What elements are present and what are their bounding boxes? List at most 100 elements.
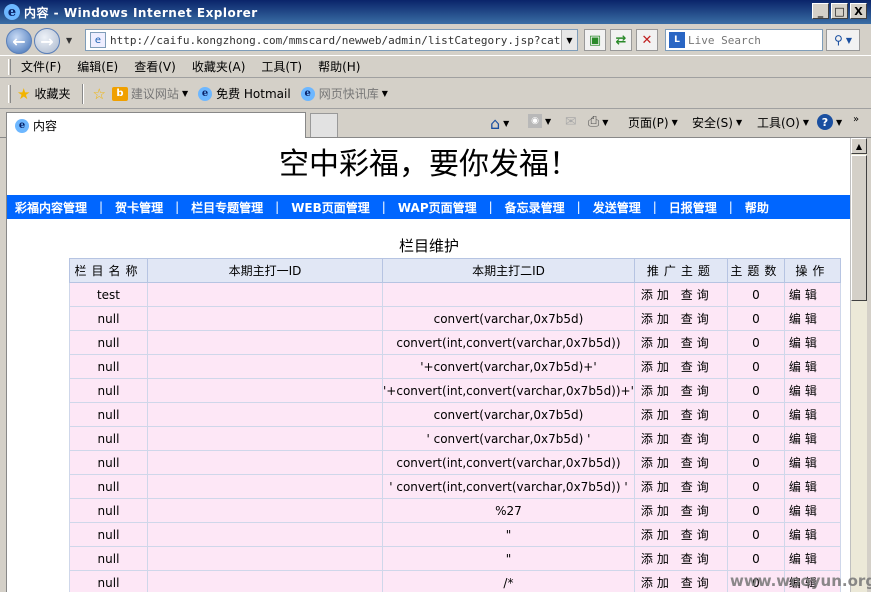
menu-help[interactable]: 帮助(H)	[318, 58, 360, 75]
favorites-bar: ★ 收藏夹 ☆ b 建议网站 ▼ e 免费 Hotmail e 网页快讯库 ▼	[0, 79, 871, 109]
scroll-up-arrow-icon[interactable]: ▲	[851, 138, 867, 154]
nav-daily-report-manage[interactable]: 日报管理	[669, 199, 717, 216]
search-button[interactable]: ⚲ ▼	[826, 29, 860, 51]
safety-menu[interactable]: 安全(S) ▼	[692, 114, 742, 131]
edit-link[interactable]: 编辑	[789, 336, 821, 350]
add-link[interactable]: 添加	[641, 456, 673, 470]
query-link[interactable]: 查询	[681, 336, 713, 350]
query-link[interactable]: 查询	[681, 360, 713, 374]
add-link[interactable]: 添加	[641, 504, 673, 518]
menu-tools[interactable]: 工具(T)	[261, 58, 302, 75]
maximize-button[interactable]: □	[831, 3, 848, 19]
edit-link[interactable]: 编辑	[789, 312, 821, 326]
history-dropdown-icon[interactable]: ▼	[66, 36, 72, 45]
web-slice-dropdown-icon[interactable]: ▼	[382, 89, 388, 98]
cell-category-name: null	[69, 570, 148, 592]
add-link[interactable]: 添加	[641, 336, 673, 350]
forward-button[interactable]: →	[34, 28, 60, 54]
vertical-scrollbar[interactable]: ▲	[850, 138, 867, 592]
favorites-button[interactable]: ★ 收藏夹	[17, 85, 70, 103]
nav-content-manage[interactable]: 彩福内容管理	[15, 199, 87, 216]
nav-topic-manage[interactable]: 栏目专题管理	[191, 199, 263, 216]
print-dropdown-icon[interactable]: ▼	[602, 118, 608, 127]
edit-link[interactable]: 编辑	[789, 528, 821, 542]
hotmail-link[interactable]: e 免费 Hotmail	[198, 85, 291, 102]
help-dropdown-icon[interactable]: ▼	[836, 118, 842, 127]
web-slice-gallery-link[interactable]: e 网页快讯库 ▼	[300, 85, 388, 102]
back-arrow-icon: ←	[12, 31, 26, 51]
edit-link[interactable]: 编辑	[789, 408, 821, 422]
add-link[interactable]: 添加	[641, 480, 673, 494]
suggested-sites-link[interactable]: b 建议网站 ▼	[111, 85, 188, 102]
query-link[interactable]: 查询	[681, 576, 713, 590]
menu-favorites[interactable]: 收藏夹(A)	[192, 58, 246, 75]
refresh-icon[interactable]: ⇄	[610, 29, 632, 51]
chevron-more-icon[interactable]: »	[853, 114, 859, 125]
page-icon: e	[90, 32, 106, 48]
feeds-button[interactable]: ◉ ▼	[528, 114, 551, 128]
query-link[interactable]: 查询	[681, 432, 713, 446]
tab-content[interactable]: e 内容	[6, 112, 306, 138]
menu-file[interactable]: 文件(F)	[21, 58, 61, 75]
add-link[interactable]: 添加	[641, 432, 673, 446]
edit-link[interactable]: 编辑	[789, 504, 821, 518]
nav-send-manage[interactable]: 发送管理	[593, 199, 641, 216]
add-link[interactable]: 添加	[641, 384, 673, 398]
url-text[interactable]: http://caifu.kongzhong.com/mmscard/newwe…	[110, 34, 561, 47]
read-mail-button[interactable]: ✉	[565, 114, 577, 130]
edit-link[interactable]: 编辑	[789, 288, 821, 302]
suggested-sites-dropdown-icon[interactable]: ▼	[182, 89, 188, 98]
stop-icon[interactable]: ✕	[636, 29, 658, 51]
query-link[interactable]: 查询	[681, 552, 713, 566]
add-link[interactable]: 添加	[641, 288, 673, 302]
nav-wap-page-manage[interactable]: WAP页面管理	[398, 199, 477, 216]
add-link[interactable]: 添加	[641, 312, 673, 326]
address-field[interactable]: e http://caifu.kongzhong.com/mmscard/new…	[85, 29, 578, 51]
menu-view[interactable]: 查看(V)	[134, 58, 176, 75]
help-button[interactable]: ? ▼	[817, 114, 842, 130]
page-menu-label: 页面(P)	[628, 116, 669, 130]
home-dropdown-icon[interactable]: ▼	[503, 119, 509, 128]
add-link[interactable]: 添加	[641, 552, 673, 566]
menu-edit[interactable]: 编辑(E)	[77, 58, 118, 75]
edit-link[interactable]: 编辑	[789, 384, 821, 398]
query-link[interactable]: 查询	[681, 408, 713, 422]
query-link[interactable]: 查询	[681, 480, 713, 494]
add-link[interactable]: 添加	[641, 576, 673, 590]
nav-help[interactable]: 帮助	[745, 199, 769, 216]
query-link[interactable]: 查询	[681, 456, 713, 470]
back-button[interactable]: ←	[6, 28, 32, 54]
minimize-button[interactable]: _	[812, 3, 829, 19]
feeds-dropdown-icon[interactable]: ▼	[545, 117, 551, 126]
nav-memo-manage[interactable]: 备忘录管理	[505, 199, 565, 216]
edit-link[interactable]: 编辑	[789, 552, 821, 566]
compatibility-view-icon[interactable]: ▣	[584, 29, 606, 51]
print-button[interactable]: ⎙ ▼	[588, 114, 608, 130]
query-link[interactable]: 查询	[681, 528, 713, 542]
query-link[interactable]: 查询	[681, 384, 713, 398]
close-button[interactable]: X	[850, 3, 867, 19]
edit-link[interactable]: 编辑	[789, 360, 821, 374]
edit-link[interactable]: 编辑	[789, 456, 821, 470]
tools-menu[interactable]: 工具(O) ▼	[757, 114, 809, 131]
add-link[interactable]: 添加	[641, 360, 673, 374]
edit-link[interactable]: 编辑	[789, 432, 821, 446]
page-menu[interactable]: 页面(P) ▼	[628, 114, 678, 131]
add-link[interactable]: 添加	[641, 528, 673, 542]
home-button[interactable]: ⌂ ▼	[490, 114, 509, 133]
search-box[interactable]: L	[665, 29, 823, 51]
add-to-favorites-icon[interactable]: ☆	[92, 85, 105, 103]
nav-card-manage[interactable]: 贺卡管理	[115, 199, 163, 216]
new-tab-button[interactable]	[310, 113, 338, 137]
address-dropdown-icon[interactable]: ▼	[561, 30, 577, 50]
query-link[interactable]: 查询	[681, 288, 713, 302]
nav-web-page-manage[interactable]: WEB页面管理	[291, 199, 370, 216]
query-link[interactable]: 查询	[681, 312, 713, 326]
edit-link[interactable]: 编辑	[789, 480, 821, 494]
cell-topic-count: 0	[726, 474, 785, 499]
query-link[interactable]: 查询	[681, 504, 713, 518]
search-input[interactable]	[688, 33, 818, 47]
add-link[interactable]: 添加	[641, 408, 673, 422]
search-options-dropdown-icon[interactable]: ▼	[846, 36, 852, 45]
scroll-thumb[interactable]	[851, 155, 867, 301]
